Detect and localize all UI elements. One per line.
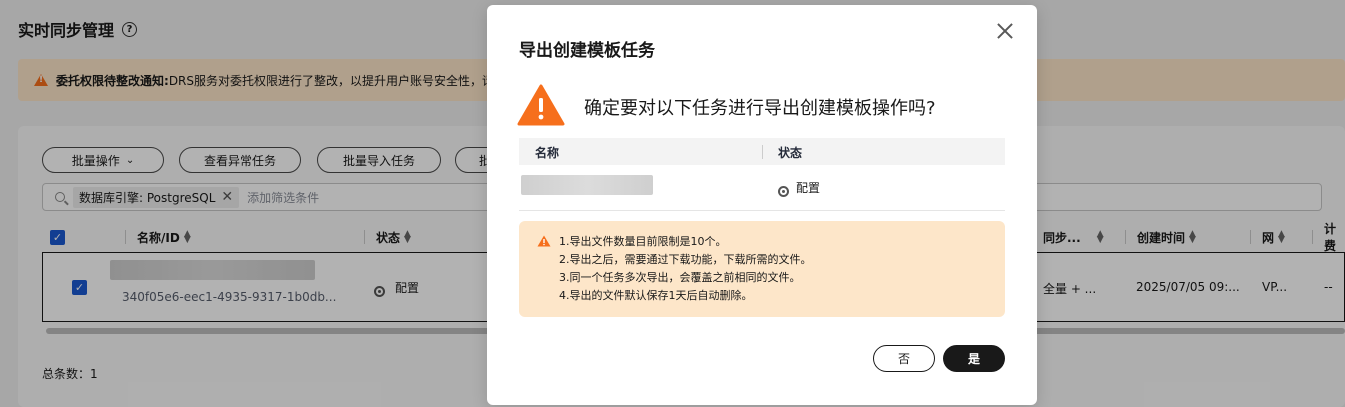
confirm-question: 确定要对以下任务进行导出创建模板操作吗? [584, 98, 936, 119]
tip-line: 3.同一个任务多次导出，会覆盖之前相同的文件。 [559, 271, 801, 284]
tip-line: 2.导出之后，需要通过下载功能，下载所需的文件。 [559, 253, 812, 266]
confirm-button[interactable]: 是 [943, 345, 1005, 372]
status-config-icon [778, 186, 789, 197]
warning-icon [537, 235, 551, 247]
tip-line: 1.导出文件数量目前限制是10个。 [559, 235, 727, 248]
task-status: 配置 [778, 179, 820, 197]
dialog-table-row: 配置 [519, 165, 1005, 211]
task-name-redacted [521, 175, 653, 195]
dialog-table-header: 名称 状态 [519, 138, 1005, 165]
cancel-button[interactable]: 否 [873, 345, 935, 372]
column-status: 状态 [778, 146, 803, 160]
warning-icon [517, 84, 565, 126]
export-tips-box: 1.导出文件数量目前限制是10个。 2.导出之后，需要通过下载功能，下载所需的文… [519, 221, 1005, 317]
tip-line: 4.导出的文件默认保存1天后自动删除。 [559, 289, 753, 302]
close-icon[interactable] [995, 21, 1015, 41]
dialog-title: 导出创建模板任务 [519, 41, 655, 61]
column-name: 名称 [535, 146, 560, 160]
export-template-dialog: 导出创建模板任务 确定要对以下任务进行导出创建模板操作吗? 名称 状态 配置 1… [487, 5, 1037, 405]
